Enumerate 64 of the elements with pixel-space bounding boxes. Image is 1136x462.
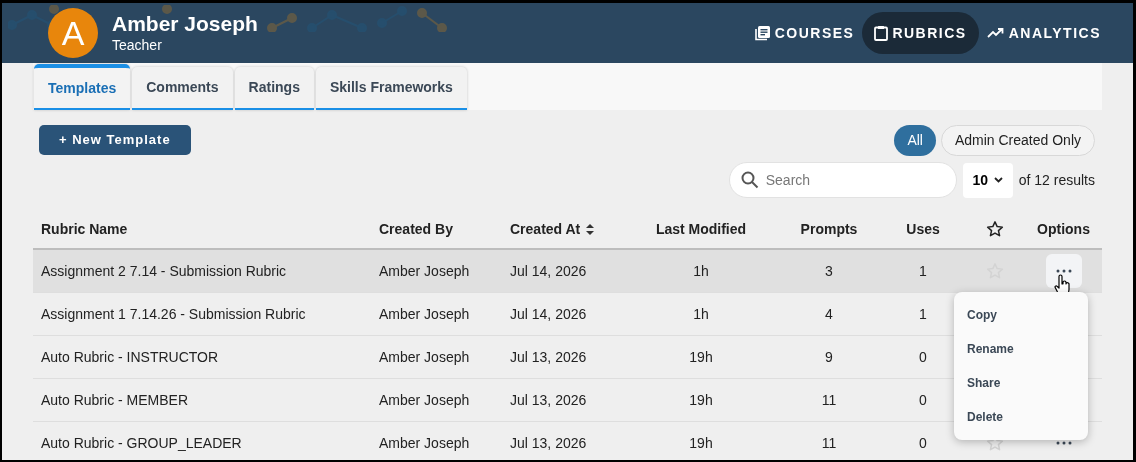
column-header[interactable]: Uses — [906, 218, 940, 240]
search-field[interactable]: Search — [728, 162, 957, 198]
table-cell-text: Jul 14, 2026 — [510, 304, 587, 324]
avatar: A — [48, 8, 98, 58]
new-template-button[interactable]: + New Template — [39, 125, 191, 155]
nav-tab[interactable]: ANALYTICS — [980, 12, 1107, 54]
table-cell-text: 1h — [693, 261, 709, 281]
table-cell-text: Amber Joseph — [379, 433, 470, 453]
table-cell-text: 0 — [919, 390, 927, 410]
book-icon — [754, 25, 771, 41]
tab[interactable]: Skills Frameworks — [315, 67, 467, 110]
table-cell-text: Amber Joseph — [379, 390, 470, 410]
table-cell-text: 1h — [693, 304, 709, 324]
user-name: Amber Joseph — [112, 12, 258, 36]
more-icon — [1055, 269, 1072, 273]
filter-toggle[interactable]: All — [894, 125, 936, 156]
table-cell-text: 0 — [919, 347, 927, 367]
column-header[interactable]: Options — [1037, 218, 1090, 240]
table-cell-text: Auto Rubric - MEMBER — [41, 390, 189, 410]
table-cell-text: Assignment 1 7.14.26 - Submission Rubric — [41, 304, 306, 324]
column-header[interactable]: Created At — [510, 218, 595, 240]
table-cell-text: 4 — [825, 304, 833, 324]
table-cell-text: 19h — [689, 347, 713, 367]
menu-item[interactable]: Copy — [954, 298, 1088, 332]
column-header[interactable]: Last Modified — [655, 218, 747, 240]
table-cell-text: Amber Joseph — [379, 347, 470, 367]
sort-icon — [586, 223, 595, 235]
tab[interactable]: Comments — [132, 67, 233, 110]
table-cell-text: Amber Joseph — [379, 261, 470, 281]
table-cell-text: 11 — [821, 433, 837, 453]
table-cell-text: 19h — [689, 390, 713, 410]
table-cell-text: 9 — [825, 347, 833, 367]
table-cell-text: 3 — [825, 261, 833, 281]
table-cell-text: Jul 13, 2026 — [510, 347, 587, 367]
table-cell-text: Auto Rubric - GROUP_LEADER — [41, 433, 242, 453]
column-header[interactable]: Rubric Name — [41, 218, 128, 240]
table-cell-text: 1 — [919, 304, 927, 324]
table-row[interactable]: Assignment 2 7.14 - Submission Rubric Amber Joseph Jul 14, 2026 1h 3 1 — [33, 250, 1102, 293]
table-cell-text: Amber Joseph — [379, 304, 470, 324]
table-cell-text: 11 — [821, 390, 837, 410]
table-cell-text: Auto Rubric - INSTRUCTOR — [41, 347, 219, 367]
table-cell-text: 0 — [919, 433, 927, 453]
page-size-select[interactable]: 10 — [962, 162, 1013, 198]
tab[interactable]: Templates — [34, 64, 131, 110]
tab[interactable]: Ratings — [234, 67, 314, 110]
nav-tab[interactable]: RUBRICS — [862, 12, 979, 54]
table-cell-text: Jul 13, 2026 — [510, 433, 587, 453]
search-icon — [740, 171, 759, 189]
column-header[interactable]: Created By — [379, 218, 453, 240]
chevron-down-icon — [994, 177, 1003, 183]
filter-toggle[interactable]: Admin Created Only — [940, 125, 1095, 156]
trending-up-icon — [986, 27, 1005, 39]
clipboard-icon — [874, 25, 889, 41]
table-cell-text: Assignment 2 7.14 - Submission Rubric — [41, 261, 287, 281]
star-icon — [986, 220, 1004, 238]
nav-tab[interactable]: COURSES — [748, 12, 861, 54]
table-cell-text: 1 — [919, 261, 927, 281]
user-role: Teacher — [112, 36, 163, 54]
results-count: of 12 results — [1018, 170, 1095, 190]
column-header[interactable]: Prompts — [800, 218, 858, 240]
more-icon — [1055, 441, 1072, 445]
table-cell-text: 19h — [689, 433, 713, 453]
table-cell-text: Jul 13, 2026 — [510, 390, 587, 410]
table-cell-text: Jul 14, 2026 — [510, 261, 587, 281]
